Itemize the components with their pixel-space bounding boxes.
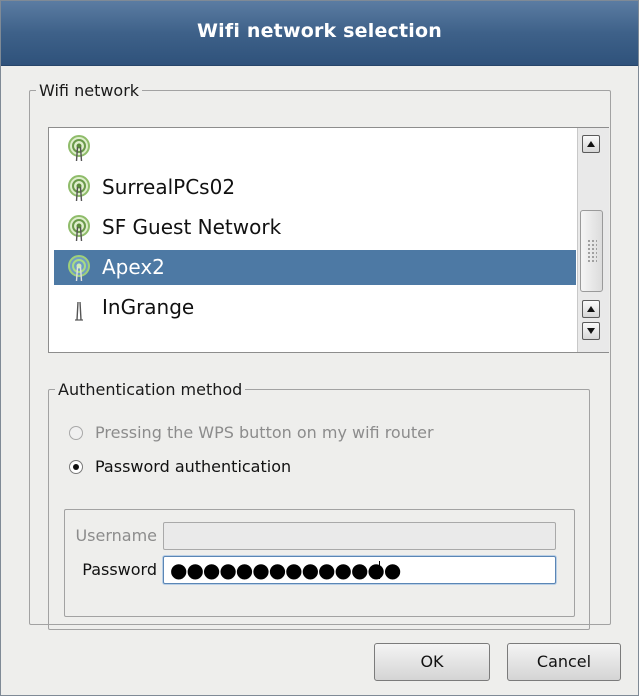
wifi-signal-icon	[68, 215, 90, 242]
network-name: Apex2	[102, 255, 165, 279]
wifi-network-group: Wifi network SurrealPCs02 SF Guest Netwo…	[29, 81, 611, 630]
wps-option-label: Pressing the WPS button on my wifi route…	[95, 423, 434, 442]
antenna-icon	[75, 301, 83, 321]
scroll-up-button[interactable]	[582, 135, 600, 153]
network-row-selected[interactable]: Apex2	[54, 250, 576, 285]
credentials-group: Username Password ●●●●●●●●●●●●●●	[64, 509, 575, 617]
wifi-network-legend: Wifi network	[39, 81, 140, 100]
cancel-button[interactable]: Cancel	[507, 643, 621, 681]
password-auth-radio[interactable]	[69, 460, 83, 474]
network-name: SurrealPCs02	[102, 175, 236, 199]
ok-button[interactable]: OK	[374, 643, 490, 681]
scroll-down-button[interactable]	[582, 322, 600, 340]
arrow-up-icon	[587, 306, 595, 312]
password-label: Password	[82, 560, 157, 579]
authentication-method-legend: Authentication method	[58, 380, 243, 399]
arrow-up-icon	[587, 141, 595, 147]
password-auth-label: Password authentication	[95, 457, 292, 476]
username-label: Username	[75, 526, 157, 545]
network-row[interactable]: SurrealPCs02	[54, 170, 576, 205]
network-row[interactable]: InGrange	[54, 290, 576, 325]
network-row[interactable]	[54, 130, 576, 165]
network-name: InGrange	[102, 295, 195, 319]
wifi-signal-icon	[68, 135, 90, 162]
password-field[interactable]: ●●●●●●●●●●●●●●	[163, 556, 556, 584]
dialog-window: Wifi network selection Wifi network Surr…	[0, 0, 639, 696]
arrow-down-icon	[587, 328, 595, 334]
wifi-network-list[interactable]: SurrealPCs02 SF Guest Network Apex2 InGr…	[48, 127, 609, 353]
network-name: SF Guest Network	[102, 215, 282, 239]
scroll-up-button-lower[interactable]	[582, 300, 600, 318]
password-masked-value: ●●●●●●●●●●●●●●	[170, 558, 401, 582]
username-field	[163, 522, 556, 550]
grip-icon	[587, 239, 597, 263]
window-title: Wifi network selection	[196, 20, 443, 42]
wifi-signal-icon	[68, 175, 90, 202]
authentication-method-group: Authentication method Pressing the WPS b…	[48, 380, 590, 630]
scroll-thumb[interactable]	[580, 210, 603, 292]
title-bar[interactable]: Wifi network selection	[1, 1, 638, 66]
text-caret	[379, 561, 380, 579]
network-list-scrollbar[interactable]	[577, 128, 609, 352]
network-row[interactable]: SF Guest Network	[54, 210, 576, 245]
wifi-signal-icon	[68, 255, 90, 282]
wps-radio	[69, 426, 83, 440]
